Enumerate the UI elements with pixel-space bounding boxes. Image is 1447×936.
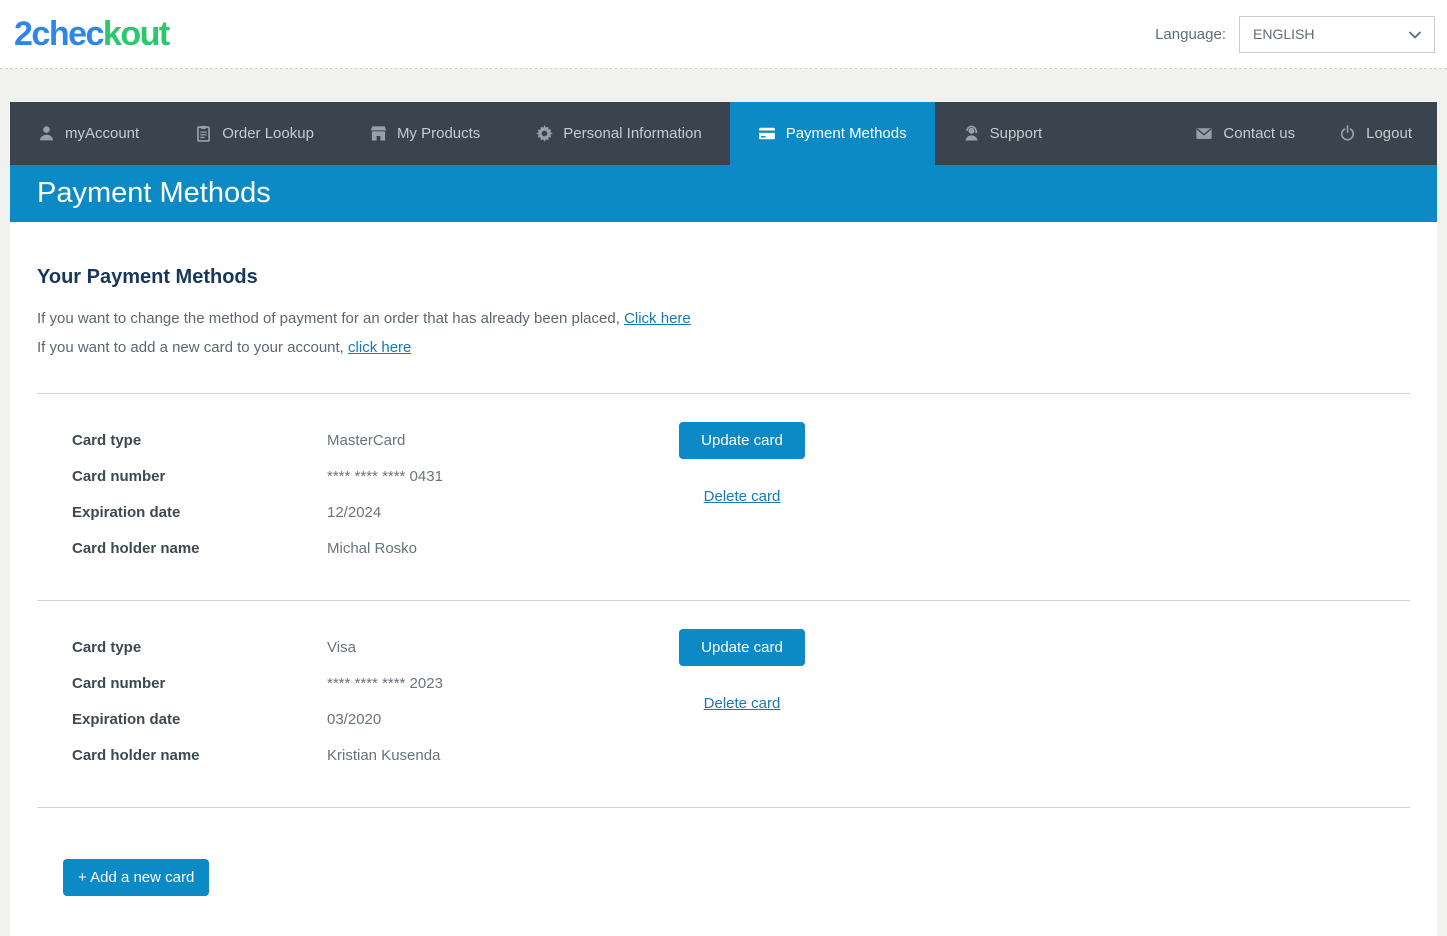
headset-icon xyxy=(963,125,980,142)
nav-item-label: Payment Methods xyxy=(786,125,907,142)
page-title: Payment Methods xyxy=(37,177,271,210)
expiration-date-label: Expiration date xyxy=(72,709,327,731)
nav-item-label: Support xyxy=(990,125,1043,142)
card-holder-label: Card holder name xyxy=(72,745,327,767)
add-card-link[interactable]: click here xyxy=(348,339,411,356)
card-number-row: Card number **** **** **** 0431 xyxy=(72,466,679,502)
card-type-row: Card type MasterCard xyxy=(72,430,679,466)
card-type-label: Card type xyxy=(72,637,327,659)
card-actions: Update card Delete card xyxy=(679,422,805,574)
card-number-label: Card number xyxy=(72,466,327,488)
credit-card-icon xyxy=(758,125,776,142)
card-number-row: Card number **** **** **** 2023 xyxy=(72,673,679,709)
language-label: Language: xyxy=(1155,26,1226,43)
delete-card-link[interactable]: Delete card xyxy=(704,695,781,712)
card-type-label: Card type xyxy=(72,430,327,452)
intro-text: If you want to change the method of paym… xyxy=(37,310,620,327)
add-card-row: + Add a new card xyxy=(37,808,1410,896)
nav-item-contact-us[interactable]: Contact us xyxy=(1173,102,1317,165)
card-number-value: **** **** **** 0431 xyxy=(327,466,443,488)
card-holder-row: Card holder name Michal Rosko xyxy=(72,538,679,574)
card-number-label: Card number xyxy=(72,673,327,695)
expiration-date-row: Expiration date 03/2020 xyxy=(72,709,679,745)
envelope-icon xyxy=(1195,125,1213,142)
card-holder-label: Card holder name xyxy=(72,538,327,560)
card-type-value: Visa xyxy=(327,637,356,659)
gear-icon xyxy=(536,125,553,142)
clipboard-icon xyxy=(195,125,212,142)
nav-item-my-products[interactable]: My Products xyxy=(342,102,508,165)
chevron-down-icon xyxy=(1409,26,1421,42)
intro-text: If you want to add a new card to your ac… xyxy=(37,339,344,356)
main-navigation: myAccount Order Lookup My Products Perso… xyxy=(10,102,1437,165)
delete-card-link[interactable]: Delete card xyxy=(704,488,781,505)
expiration-date-value: 12/2024 xyxy=(327,502,381,524)
brand-logo-part1: 2chec xyxy=(14,15,103,53)
top-header: 2checkout Language: ENGLISH xyxy=(0,0,1447,69)
brand-logo[interactable]: 2checkout xyxy=(14,17,169,51)
expiration-date-row: Expiration date 12/2024 xyxy=(72,502,679,538)
card-number-value: **** **** **** 2023 xyxy=(327,673,443,695)
payment-card-visa: Card type Visa Card number **** **** ***… xyxy=(37,601,1410,807)
card-type-row: Card type Visa xyxy=(72,637,679,673)
card-type-value: MasterCard xyxy=(327,430,405,452)
nav-item-label: Logout xyxy=(1366,125,1412,142)
nav-item-myaccount[interactable]: myAccount xyxy=(10,102,167,165)
card-holder-row: Card holder name Kristian Kusenda xyxy=(72,745,679,781)
nav-item-order-lookup[interactable]: Order Lookup xyxy=(167,102,342,165)
intro-line-change-payment: If you want to change the method of paym… xyxy=(37,310,1410,327)
add-new-card-button[interactable]: + Add a new card xyxy=(63,859,209,896)
language-selected-value: ENGLISH xyxy=(1253,26,1314,42)
page-title-bar: Payment Methods xyxy=(10,165,1437,222)
power-icon xyxy=(1339,125,1356,142)
nav-item-personal-information[interactable]: Personal Information xyxy=(508,102,729,165)
user-icon xyxy=(38,125,55,142)
nav-item-logout[interactable]: Logout xyxy=(1317,102,1437,165)
language-area: Language: ENGLISH xyxy=(1155,16,1435,53)
main-container: myAccount Order Lookup My Products Perso… xyxy=(10,102,1437,936)
expiration-date-value: 03/2020 xyxy=(327,709,381,731)
card-holder-value: Kristian Kusenda xyxy=(327,745,440,767)
brand-logo-part2: kout xyxy=(103,15,169,53)
nav-item-label: Personal Information xyxy=(563,125,701,142)
nav-item-support[interactable]: Support xyxy=(935,102,1071,165)
nav-item-label: Contact us xyxy=(1223,125,1295,142)
payment-card-mastercard: Card type MasterCard Card number **** **… xyxy=(37,394,1410,600)
intro-line-add-card: If you want to add a new card to your ac… xyxy=(37,339,1410,356)
update-card-button[interactable]: Update card xyxy=(679,422,805,459)
card-fields: Card type MasterCard Card number **** **… xyxy=(72,430,679,574)
card-holder-value: Michal Rosko xyxy=(327,538,417,560)
store-icon xyxy=(370,125,387,142)
update-card-button[interactable]: Update card xyxy=(679,629,805,666)
nav-item-label: My Products xyxy=(397,125,480,142)
card-fields: Card type Visa Card number **** **** ***… xyxy=(72,637,679,781)
nav-item-label: myAccount xyxy=(65,125,139,142)
language-select[interactable]: ENGLISH xyxy=(1239,16,1435,53)
nav-item-label: Order Lookup xyxy=(222,125,314,142)
change-payment-link[interactable]: Click here xyxy=(624,310,691,327)
page-content: Your Payment Methods If you want to chan… xyxy=(10,222,1437,936)
nav-item-payment-methods[interactable]: Payment Methods xyxy=(730,102,935,165)
section-title: Your Payment Methods xyxy=(37,222,1410,289)
expiration-date-label: Expiration date xyxy=(72,502,327,524)
card-actions: Update card Delete card xyxy=(679,629,805,781)
